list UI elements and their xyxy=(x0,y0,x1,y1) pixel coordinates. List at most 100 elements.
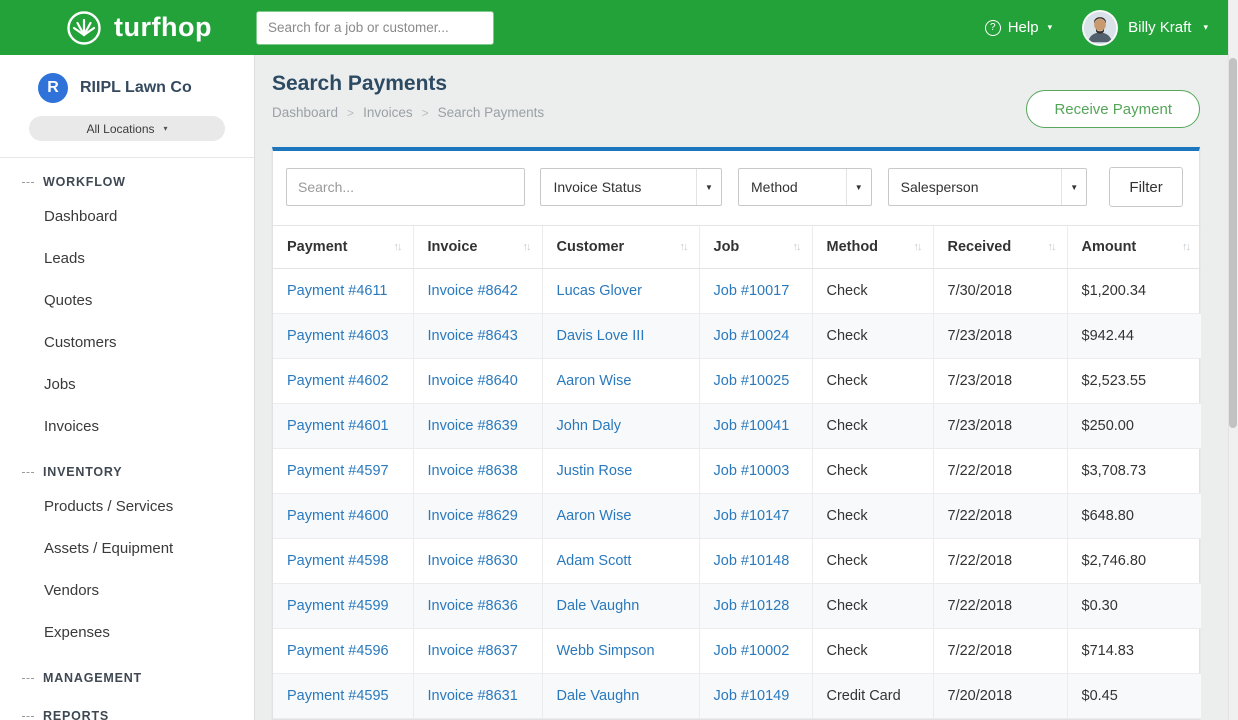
payment-link[interactable]: Payment #4603 xyxy=(287,328,389,344)
job-link[interactable]: Job #10003 xyxy=(714,463,790,479)
customer-link-cell: Dale Vaughn xyxy=(542,584,699,629)
customer-link[interactable]: Dale Vaughn xyxy=(557,598,640,614)
sidebar-item-jobs[interactable]: Jobs xyxy=(0,364,254,406)
sort-icon[interactable]: ↑↓ xyxy=(793,241,802,253)
invoice-link[interactable]: Invoice #8629 xyxy=(428,508,518,524)
payment-link[interactable]: Payment #4599 xyxy=(287,598,389,614)
payments-search-input[interactable] xyxy=(286,168,525,206)
location-selector[interactable]: All Locations ▾ xyxy=(29,116,225,141)
column-header-job[interactable]: Job ↑↓ xyxy=(699,226,812,269)
invoice-status-select[interactable]: Invoice Status ▼ xyxy=(540,168,722,206)
invoice-link[interactable]: Invoice #8636 xyxy=(428,598,518,614)
sidebar-item-customers[interactable]: Customers xyxy=(0,322,254,364)
customer-link[interactable]: Davis Love III xyxy=(557,328,645,344)
sidebar-section-reports[interactable]: REPORTS xyxy=(0,692,254,720)
column-label: Job xyxy=(714,239,740,255)
job-link[interactable]: Job #10024 xyxy=(714,328,790,344)
column-header-customer[interactable]: Customer↑↓ xyxy=(542,226,699,269)
invoice-link[interactable]: Invoice #8630 xyxy=(428,553,518,569)
job-link[interactable]: Job #10017 xyxy=(714,283,790,299)
column-label: Amount xyxy=(1082,239,1137,255)
sidebar-item-expenses[interactable]: Expenses xyxy=(0,612,254,654)
table-row: Payment #4603 Invoice #8643 Davis Love III… xyxy=(273,314,1201,359)
sidebar-item-vendors[interactable]: Vendors xyxy=(0,570,254,612)
help-menu[interactable]: ? Help ▾ xyxy=(985,19,1052,36)
column-header-amount[interactable]: Amount ↑↓ xyxy=(1067,226,1201,269)
sidebar-item-products-services[interactable]: Products / Services xyxy=(0,486,254,528)
column-header-received[interactable]: Received↑↓ xyxy=(933,226,1067,269)
job-link[interactable]: Job #10025 xyxy=(714,373,790,389)
salesperson-select[interactable]: Salesperson ▼ xyxy=(888,168,1088,206)
job-link[interactable]: Job #10149 xyxy=(714,688,790,704)
sidebar-item-leads[interactable]: Leads xyxy=(0,238,254,280)
sort-icon[interactable]: ↑↓ xyxy=(1182,241,1191,253)
receive-payment-button[interactable]: Receive Payment xyxy=(1026,90,1200,128)
invoice-link[interactable]: Invoice #8640 xyxy=(428,373,518,389)
invoice-link-cell: Invoice #8637 xyxy=(413,629,542,674)
payment-link[interactable]: Payment #4597 xyxy=(287,463,389,479)
payment-link[interactable]: Payment #4598 xyxy=(287,553,389,569)
job-link[interactable]: Job #10128 xyxy=(714,598,790,614)
sidebar: R RIIPL Lawn Co All Locations ▾ WORKFLOW… xyxy=(0,55,255,720)
payment-link-cell: Payment #4598 xyxy=(273,539,413,584)
scrollbar-thumb[interactable] xyxy=(1229,58,1237,428)
sidebar-section-inventory[interactable]: INVENTORY xyxy=(0,448,254,486)
sidebar-section-workflow[interactable]: WORKFLOW xyxy=(0,158,254,196)
invoice-link[interactable]: Invoice #8643 xyxy=(428,328,518,344)
payment-link[interactable]: Payment #4600 xyxy=(287,508,389,524)
customer-link[interactable]: John Daly xyxy=(557,418,621,434)
customer-link[interactable]: Adam Scott xyxy=(557,553,632,569)
job-link[interactable]: Job #10147 xyxy=(714,508,790,524)
sidebar-item-dashboard[interactable]: Dashboard xyxy=(0,196,254,238)
breadcrumb-item-invoices[interactable]: Invoices xyxy=(363,105,413,120)
invoice-link-cell: Invoice #8636 xyxy=(413,584,542,629)
job-link[interactable]: Job #10041 xyxy=(714,418,790,434)
sidebar-section-management[interactable]: MANAGEMENT xyxy=(0,654,254,692)
column-header-invoice[interactable]: Invoice↑↓ xyxy=(413,226,542,269)
breadcrumb-item-dashboard[interactable]: Dashboard xyxy=(272,105,338,120)
brand-logo[interactable]: turfhop xyxy=(64,8,212,48)
invoice-link-cell: Invoice #8638 xyxy=(413,449,542,494)
filter-button[interactable]: Filter xyxy=(1109,167,1183,207)
customer-link[interactable]: Aaron Wise xyxy=(557,508,632,524)
invoice-link[interactable]: Invoice #8631 xyxy=(428,688,518,704)
column-header-payment[interactable]: Payment↑↓ xyxy=(273,226,413,269)
payment-link[interactable]: Payment #4601 xyxy=(287,418,389,434)
amount-cell: $2,523.55 xyxy=(1067,359,1201,404)
sidebar-item-invoices[interactable]: Invoices xyxy=(0,406,254,448)
invoice-link[interactable]: Invoice #8642 xyxy=(428,283,518,299)
sidebar-item-assets-equipment[interactable]: Assets / Equipment xyxy=(0,528,254,570)
invoice-link[interactable]: Invoice #8638 xyxy=(428,463,518,479)
method-select[interactable]: Method ▼ xyxy=(738,168,872,206)
sidebar-item-quotes[interactable]: Quotes xyxy=(0,280,254,322)
invoice-link[interactable]: Invoice #8639 xyxy=(428,418,518,434)
received-cell: 7/23/2018 xyxy=(933,359,1067,404)
received-cell: 7/23/2018 xyxy=(933,314,1067,359)
global-search-input[interactable] xyxy=(256,11,494,45)
sort-icon[interactable]: ↑↓ xyxy=(1048,241,1057,253)
sort-icon[interactable]: ↑↓ xyxy=(680,241,689,253)
amount-cell: $0.45 xyxy=(1067,674,1201,719)
job-link[interactable]: Job #10002 xyxy=(714,643,790,659)
customer-link[interactable]: Lucas Glover xyxy=(557,283,642,299)
payment-link[interactable]: Payment #4602 xyxy=(287,373,389,389)
sort-icon[interactable]: ↑↓ xyxy=(523,241,532,253)
sort-icon[interactable]: ↑↓ xyxy=(914,241,923,253)
method-cell: Check xyxy=(812,629,933,674)
scrollbar[interactable] xyxy=(1228,0,1238,720)
payment-link[interactable]: Payment #4595 xyxy=(287,688,389,704)
payment-link[interactable]: Payment #4611 xyxy=(287,283,388,299)
sidebar-section-label: REPORTS xyxy=(43,709,109,720)
payment-link[interactable]: Payment #4596 xyxy=(287,643,389,659)
column-header-method[interactable]: Method↑↓ xyxy=(812,226,933,269)
section-dash-icon xyxy=(22,716,34,717)
received-cell: 7/22/2018 xyxy=(933,449,1067,494)
customer-link[interactable]: Webb Simpson xyxy=(557,643,655,659)
invoice-link[interactable]: Invoice #8637 xyxy=(428,643,518,659)
job-link[interactable]: Job #10148 xyxy=(714,553,790,569)
customer-link[interactable]: Aaron Wise xyxy=(557,373,632,389)
customer-link[interactable]: Justin Rose xyxy=(557,463,633,479)
sort-icon[interactable]: ↑↓ xyxy=(394,241,403,253)
user-menu[interactable]: Billy Kraft ▾ xyxy=(1082,10,1208,46)
customer-link[interactable]: Dale Vaughn xyxy=(557,688,640,704)
